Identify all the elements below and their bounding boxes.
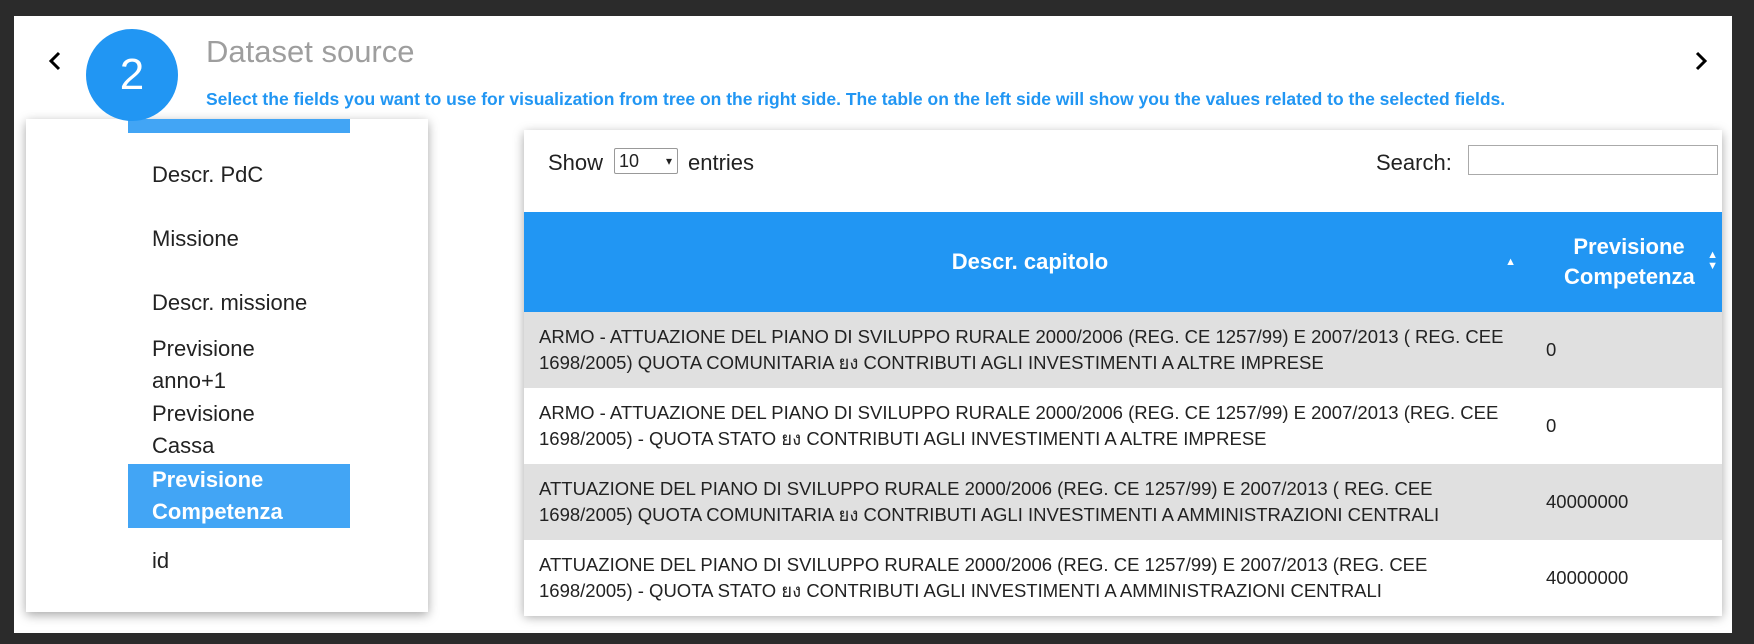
step-title: Dataset source (206, 34, 415, 69)
cell-descr-capitolo: ATTUAZIONE DEL PIANO DI SVILUPPO RURALE … (524, 540, 1536, 616)
data-table-panel: Show 10 ▾ entries Search: Descr. capitol… (524, 130, 1722, 616)
column-header-label: Descr. capitolo (951, 249, 1109, 274)
table-row: ARMO - ATTUAZIONE DEL PIANO DI SVILUPPO … (524, 388, 1722, 464)
wizard-frame: 2 Dataset source Select the fields you w… (14, 16, 1732, 633)
column-header-label: Previsione Competenza (1564, 234, 1695, 289)
cell-previsione-competenza: 0 (1536, 388, 1722, 464)
entries-select-value: 10 (619, 151, 640, 171)
tree-item-partial[interactable] (128, 119, 350, 133)
cell-descr-capitolo: ARMO - ATTUAZIONE DEL PIANO DI SVILUPPO … (524, 312, 1536, 388)
cell-previsione-competenza: 40000000 (1536, 464, 1722, 540)
search-label: Search: (1376, 150, 1452, 175)
tree-item-previsione-competenza[interactable]: Previsione Competenza (128, 464, 350, 528)
table-controls: Show 10 ▾ entries Search: (524, 130, 1722, 190)
tree-item-previsione-cassa[interactable]: Previsione Cassa (128, 398, 288, 462)
tree-item-label: Previsione Cassa (152, 401, 255, 458)
entries-select[interactable]: 10 ▾ (614, 148, 678, 174)
search-input[interactable] (1468, 145, 1718, 175)
field-tree-panel: Descr. PdC Missione Descr. missione Prev… (26, 119, 428, 612)
tree-item-label: Descr. PdC (152, 162, 264, 187)
sort-ascending-icon: ▲ (1505, 256, 1516, 268)
cell-previsione-competenza: 0 (1536, 312, 1722, 388)
tree-item-label: Previsione Competenza (152, 467, 283, 524)
next-step-arrow-icon[interactable] (1686, 46, 1716, 76)
tree-item-descr-missione[interactable]: Descr. missione (128, 285, 350, 321)
cell-previsione-competenza: 40000000 (1536, 540, 1722, 616)
show-label: Show (548, 150, 604, 175)
tree-item-label: Missione (152, 226, 239, 251)
sort-both-icon: ▲ ▼ (1707, 249, 1718, 272)
cell-descr-capitolo: ATTUAZIONE DEL PIANO DI SVILUPPO RURALE … (524, 464, 1536, 540)
cell-descr-capitolo: ARMO - ATTUAZIONE DEL PIANO DI SVILUPPO … (524, 388, 1536, 464)
table-row: ARMO - ATTUAZIONE DEL PIANO DI SVILUPPO … (524, 312, 1722, 388)
data-table: Descr. capitolo ▲ Previsione Competenza … (524, 212, 1722, 616)
chevron-down-icon: ▾ (665, 154, 672, 168)
tree-item-id[interactable]: id (128, 543, 350, 579)
tree-item-missione[interactable]: Missione (128, 221, 350, 257)
column-header-previsione-competenza[interactable]: Previsione Competenza ▲ ▼ (1536, 212, 1722, 312)
step-number-badge: 2 (86, 29, 178, 121)
column-header-descr-capitolo[interactable]: Descr. capitolo ▲ (524, 212, 1536, 312)
tree-item-label: Descr. missione (152, 290, 308, 315)
tree-item-previsione-anno[interactable]: Previsione anno+1 (128, 333, 288, 397)
table-row: ATTUAZIONE DEL PIANO DI SVILUPPO RURALE … (524, 540, 1722, 616)
step-subtitle: Select the fields you want to use for vi… (206, 89, 1506, 109)
entries-label: entries (688, 150, 755, 175)
tree-item-descr-pdc[interactable]: Descr. PdC (128, 157, 350, 193)
tree-item-label: Previsione anno+1 (152, 336, 255, 393)
tree-item-label: id (152, 548, 170, 573)
previous-step-arrow-icon[interactable] (40, 46, 70, 76)
table-row: ATTUAZIONE DEL PIANO DI SVILUPPO RURALE … (524, 464, 1722, 540)
